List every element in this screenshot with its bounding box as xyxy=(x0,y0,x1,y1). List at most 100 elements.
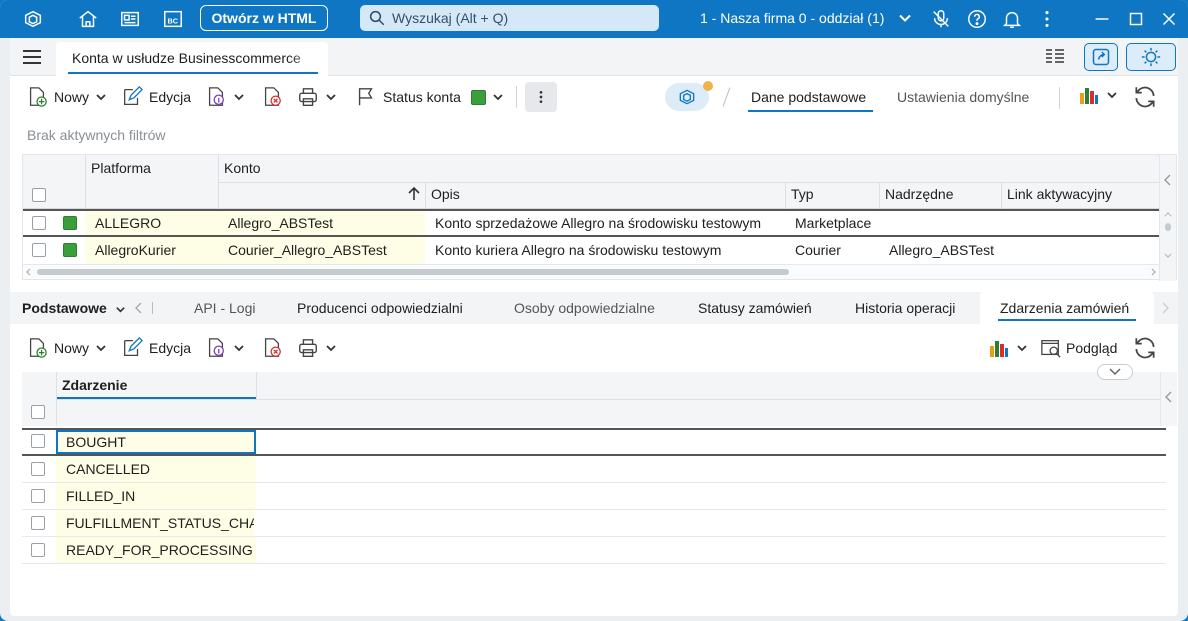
lightbulb-icon[interactable] xyxy=(1126,43,1176,71)
tab-basic-data[interactable]: Dane podstawowe xyxy=(751,89,866,105)
column-divider xyxy=(1001,182,1002,209)
news-icon[interactable] xyxy=(117,7,143,31)
preview-button[interactable]: Podgląd xyxy=(1040,337,1117,359)
company-selector[interactable]: 1 - Nasza firma 0 - oddział (1) xyxy=(700,10,884,26)
scroll-down-icon[interactable] xyxy=(1164,251,1172,259)
select-all-checkbox[interactable] xyxy=(32,188,46,202)
chevron-down-icon[interactable] xyxy=(95,91,107,103)
print-button[interactable] xyxy=(293,82,341,112)
column-event[interactable]: Zdarzenie xyxy=(56,372,256,399)
expand-toolbar-button[interactable] xyxy=(1097,364,1133,380)
chevron-down-icon[interactable] xyxy=(898,11,912,25)
table-row[interactable]: READY_FOR_PROCESSING xyxy=(22,537,1166,564)
account-status-button[interactable]: Status konta xyxy=(351,82,508,112)
chevron-down-icon[interactable] xyxy=(233,342,245,354)
new-button[interactable]: Nowy xyxy=(22,82,111,112)
column-description[interactable]: Opis xyxy=(431,186,460,202)
table-row[interactable]: ALLEGRO Allegro_ABSTest Konto sprzedażow… xyxy=(23,209,1161,237)
more-actions-button[interactable] xyxy=(524,82,557,112)
tab-scroll-left-icon[interactable] xyxy=(134,302,144,314)
cell-account: Courier_Allegro_ABSTest xyxy=(218,237,425,264)
row-checkbox[interactable] xyxy=(31,434,45,448)
info-button[interactable] xyxy=(201,82,249,112)
delete-event-button[interactable] xyxy=(257,333,287,363)
scroll-left-icon[interactable] xyxy=(25,268,33,276)
scroll-right-icon[interactable] xyxy=(1149,268,1157,276)
view-mode-toggle[interactable] xyxy=(665,81,713,111)
delete-button[interactable] xyxy=(257,82,287,112)
more-vertical-icon[interactable] xyxy=(1034,7,1060,31)
tab-default-settings[interactable]: Ustawienia domyślne xyxy=(897,89,1029,105)
tab-responsible-persons[interactable]: Osoby odpowiedzialne xyxy=(514,300,655,316)
column-activation-link[interactable]: Link aktywacyjny xyxy=(1007,186,1112,202)
cell-description: Konto sprzedażowe Allegro na środowisku … xyxy=(435,215,762,231)
tab-responsible-producers[interactable]: Producenci odpowiedzialni xyxy=(297,300,463,316)
app-logo-icon[interactable] xyxy=(20,7,46,31)
minimize-icon[interactable] xyxy=(1089,7,1115,31)
edit-icon xyxy=(124,337,144,356)
scrollbar-thumb[interactable] xyxy=(1165,223,1171,231)
row-checkbox[interactable] xyxy=(31,516,45,530)
home-icon[interactable] xyxy=(75,7,101,31)
tab-api-logs[interactable]: API - Logi xyxy=(194,300,255,316)
chart-button[interactable] xyxy=(988,337,1028,359)
scrollbar-thumb[interactable] xyxy=(37,269,789,275)
table-row[interactable]: AllegroKurier Courier_Allegro_ABSTest Ko… xyxy=(23,237,1161,265)
select-all-checkbox[interactable] xyxy=(31,405,45,419)
edit-event-button[interactable]: Edycja xyxy=(117,333,195,363)
side-panel-toggle[interactable] xyxy=(1160,372,1177,426)
row-checkbox[interactable] xyxy=(31,489,45,503)
tab-accounts[interactable]: Konta w usłudze Businesscommerce xyxy=(56,42,328,76)
scroll-up-icon[interactable] xyxy=(1164,211,1172,219)
column-parent[interactable]: Nadrzędne xyxy=(885,186,954,202)
chevron-down-icon[interactable] xyxy=(492,91,504,103)
print-event-button[interactable] xyxy=(293,333,341,363)
horizontal-scrollbar[interactable] xyxy=(23,265,1161,279)
maximize-icon[interactable] xyxy=(1123,7,1149,31)
tab-operation-history[interactable]: Historia operacji xyxy=(855,300,955,316)
vertical-scrollbar[interactable] xyxy=(1159,155,1176,281)
table-row[interactable]: BOUGHT xyxy=(22,428,1166,456)
collapse-panel-icon[interactable] xyxy=(1163,173,1173,187)
chevron-down-icon[interactable] xyxy=(325,342,337,354)
chevron-down-icon[interactable] xyxy=(233,91,245,103)
chevron-down-icon[interactable] xyxy=(1016,342,1028,354)
search-box[interactable]: Wyszukaj (Alt + Q) xyxy=(360,5,659,31)
info-event-button[interactable] xyxy=(201,333,249,363)
row-checkbox[interactable] xyxy=(31,462,45,476)
column-platform[interactable]: Platforma xyxy=(91,160,151,176)
chevron-down-icon[interactable] xyxy=(1106,89,1118,101)
refresh-icon[interactable] xyxy=(1132,84,1158,110)
tab-order-statuses[interactable]: Statusy zamówień xyxy=(698,300,812,316)
table-row[interactable]: FULFILLMENT_STATUS_CHANGED xyxy=(22,510,1166,537)
mic-off-icon[interactable] xyxy=(928,7,954,31)
new-event-button[interactable]: Nowy xyxy=(22,333,111,363)
chevron-down-icon[interactable] xyxy=(95,342,107,354)
close-icon[interactable] xyxy=(1156,7,1182,31)
row-checkbox[interactable] xyxy=(31,543,45,557)
edit-button[interactable]: Edycja xyxy=(117,82,195,112)
column-account[interactable]: Konto xyxy=(224,160,261,176)
column-type[interactable]: Typ xyxy=(791,186,814,202)
sort-ascending-icon[interactable] xyxy=(407,187,421,201)
menu-icon[interactable] xyxy=(22,49,42,65)
row-checkbox[interactable] xyxy=(32,243,46,257)
tab-order-events[interactable]: Zdarzenia zamówień xyxy=(980,292,1154,324)
table-row[interactable]: FILLED_IN xyxy=(22,483,1166,510)
bell-icon[interactable] xyxy=(999,7,1025,31)
tab-group-selector[interactable]: Podstawowe xyxy=(22,300,126,316)
tab-scroll-right-icon[interactable] xyxy=(1160,302,1170,314)
help-icon[interactable] xyxy=(964,7,990,31)
share-icon[interactable] xyxy=(1084,43,1118,71)
chart-button[interactable] xyxy=(1078,84,1118,106)
open-html-button[interactable]: Otwórz w HTML xyxy=(200,5,328,31)
tree-list-icon[interactable] xyxy=(1038,43,1072,71)
table-row[interactable]: CANCELLED xyxy=(22,456,1166,483)
bc-icon[interactable]: BC xyxy=(160,7,186,31)
app-window: BC Otwórz w HTML Wyszukaj (Alt + Q) 1 - … xyxy=(0,0,1188,621)
row-checkbox[interactable] xyxy=(32,216,46,230)
refresh-icon[interactable] xyxy=(1132,335,1158,361)
new-document-icon xyxy=(29,87,47,107)
chevron-down-icon[interactable] xyxy=(325,91,337,103)
cell-event[interactable]: BOUGHT xyxy=(56,430,256,454)
